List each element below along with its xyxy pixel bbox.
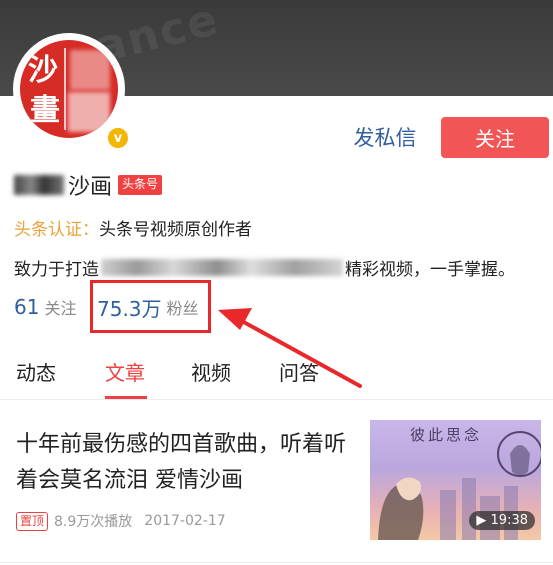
bio-prefix: 致力于打造 — [14, 260, 99, 280]
avatar-blurred-region — [68, 92, 110, 132]
tab-articles[interactable]: 文章 — [105, 357, 145, 386]
article-title[interactable]: 十年前最伤感的四首歌曲，听着听着会莫名流泪 爱情沙画 — [16, 427, 346, 499]
tab-qa[interactable]: 问答 — [279, 357, 319, 386]
bio-blurred-region — [101, 259, 343, 276]
play-count: 8.9万次播放 — [54, 514, 133, 530]
certification-label: 头条认证： — [14, 220, 99, 240]
follow-button[interactable]: 关注 — [441, 117, 549, 158]
following-stat[interactable]: 61 关注 — [14, 292, 76, 322]
avatar-seal: 沙 畫 — [20, 40, 118, 138]
following-label: 关注 — [44, 299, 77, 318]
video-duration-badge: ▶ 19:38 — [469, 511, 535, 530]
verified-badge-icon: v — [106, 126, 130, 150]
annotation-highlight-box — [90, 280, 211, 333]
send-message-button[interactable]: 发私信 — [340, 117, 430, 157]
avatar-blurred-region — [70, 50, 110, 90]
bio-suffix: 精彩视频，一手掌握。 — [345, 260, 515, 280]
publish-date: 2017-02-17 — [144, 513, 226, 529]
active-tab-indicator — [105, 396, 147, 399]
list-divider — [0, 562, 553, 563]
avatar-seal-char: 畫 — [30, 93, 60, 128]
content-tabs: 动态 文章 视频 问答 — [0, 340, 553, 400]
toutiao-account-tag: 头条号 — [118, 175, 163, 195]
avatar[interactable]: 沙 畫 — [13, 33, 125, 145]
video-thumbnail[interactable]: 彼此思念 ▶ 19:38 — [370, 420, 541, 540]
thumbnail-caption: 彼此思念 — [410, 426, 483, 444]
certification-text: 头条号视频原创作者 — [99, 220, 252, 240]
avatar-seal-divider — [64, 48, 66, 130]
account-name-row: 沙画 头条号 — [14, 170, 163, 200]
following-count: 61 — [14, 295, 40, 319]
pinned-tag: 置顶 — [16, 511, 49, 531]
certification-row: 头条认证：头条号视频原创作者 — [14, 215, 252, 240]
bio: 致力于打造 精彩视频，一手掌握。 — [14, 255, 515, 280]
tab-dynamics[interactable]: 动态 — [16, 357, 56, 386]
name-blurred-region — [14, 175, 64, 195]
avatar-seal-char: 沙 — [28, 53, 58, 88]
tab-videos[interactable]: 视频 — [191, 357, 231, 386]
article-meta: 置顶 8.9万次播放 2017-02-17 — [16, 511, 226, 531]
account-name: 沙画 — [68, 175, 113, 200]
